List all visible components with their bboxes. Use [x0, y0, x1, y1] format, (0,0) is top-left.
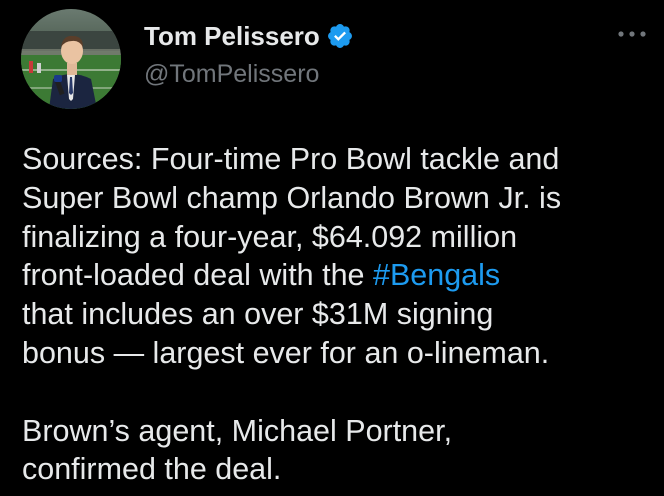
- tweet-text-line: confirmed the deal.: [22, 452, 282, 487]
- tweet-text-segment: front-loaded deal with the: [22, 258, 373, 293]
- avatar-image: [21, 9, 121, 109]
- tweet-text-line: Brown’s agent, Michael Portner,: [22, 413, 453, 448]
- avatar[interactable]: [21, 9, 121, 109]
- author-display-name[interactable]: Tom Pelissero: [144, 21, 320, 52]
- author-name-row: Tom Pelissero: [144, 18, 354, 54]
- more-options-button[interactable]: [614, 22, 650, 46]
- tweet-card: Tom Pelissero @TomPelissero Sources: Fou…: [0, 0, 664, 496]
- author-handle[interactable]: @TomPelissero: [144, 60, 319, 89]
- tweet-text-line: that includes an over $31M signing: [22, 297, 494, 332]
- verified-badge-icon[interactable]: [326, 22, 354, 50]
- tweet-text-line: Super Bowl champ Orlando Brown Jr. is: [22, 180, 562, 215]
- tweet-text-line: finalizing a four-year, $64.092 million: [22, 219, 518, 254]
- tweet-text-line-with-hashtag: front-loaded deal with the #Bengals: [22, 256, 652, 295]
- more-horizontal-icon: [618, 31, 646, 37]
- tweet-text-line: Sources: Four-time Pro Bowl tackle and: [22, 142, 560, 176]
- tweet-body: Sources: Four-time Pro Bowl tackle and S…: [22, 140, 652, 489]
- tweet-text-line: bonus — largest ever for an o-lineman.: [22, 335, 550, 370]
- hashtag-link-bengals[interactable]: #Bengals: [373, 258, 500, 292]
